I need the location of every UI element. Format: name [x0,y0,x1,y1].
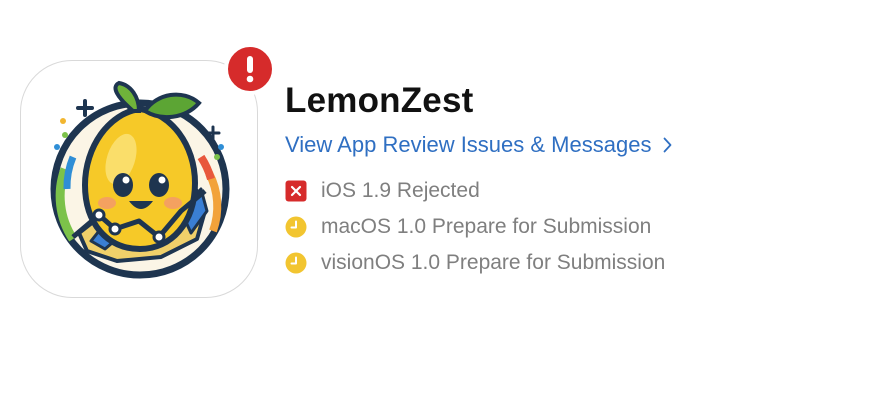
platform-status-list: iOS 1.9 Rejected macOS 1.0 Prepare for S… [285,173,672,281]
platform-status-label: macOS 1.0 Prepare for Submission [321,215,652,238]
platform-status-label: visionOS 1.0 Prepare for Submission [321,251,666,274]
app-icon-tile[interactable] [20,60,258,298]
exclamation-icon [246,56,254,83]
alert-badge [224,43,276,95]
lemon-mascot-icon [50,80,230,279]
clock-icon [285,252,307,274]
platform-status-ios[interactable]: iOS 1.9 Rejected [285,173,672,209]
app-name: LemonZest [285,81,474,120]
platform-status-macos[interactable]: macOS 1.0 Prepare for Submission [285,209,672,245]
rejected-x-icon [285,180,307,202]
app-info: LemonZest View App Review Issues & Messa… [285,80,672,281]
clock-icon [285,216,307,238]
review-issues-label: View App Review Issues & Messages [285,132,652,157]
chevron-right-icon [663,137,672,153]
app-status-panel: LemonZest View App Review Issues & Messa… [0,0,890,404]
platform-status-visionos[interactable]: visionOS 1.0 Prepare for Submission [285,245,672,281]
review-issues-link[interactable]: View App Review Issues & Messages [285,130,672,160]
platform-status-label: iOS 1.9 Rejected [321,179,480,202]
